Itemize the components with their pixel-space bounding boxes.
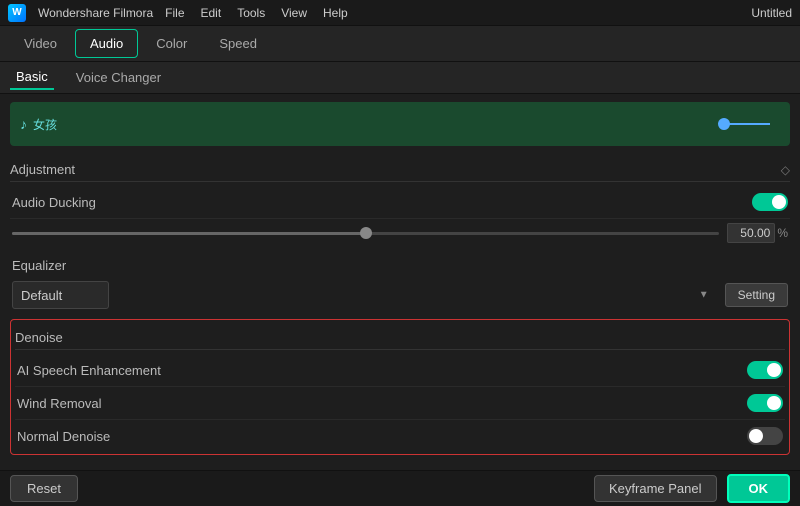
menu-tools[interactable]: Tools — [237, 6, 265, 20]
normal-denoise-row: Normal Denoise — [15, 420, 785, 452]
audio-track-icon: ♪ — [20, 116, 27, 132]
menu-edit[interactable]: Edit — [201, 6, 222, 20]
wind-removal-label: Wind Removal — [17, 396, 102, 411]
audio-ducking-value: % — [727, 223, 788, 243]
audio-ducking-unit: % — [777, 226, 788, 240]
app-logo: W — [8, 4, 26, 22]
audio-ducking-slider-track[interactable] — [12, 232, 719, 235]
ai-speech-enhancement-row: AI Speech Enhancement — [15, 354, 785, 387]
title-bar-left: W Wondershare Filmora File Edit Tools Vi… — [8, 4, 348, 22]
normal-denoise-label: Normal Denoise — [17, 429, 110, 444]
menu-help[interactable]: Help — [323, 6, 348, 20]
sub-tab-voice-changer[interactable]: Voice Changer — [70, 66, 167, 89]
window-title: Untitled — [751, 6, 792, 20]
audio-ducking-row: Audio Ducking — [10, 186, 790, 219]
equalizer-setting-button[interactable]: Setting — [725, 283, 788, 307]
tab-color[interactable]: Color — [142, 30, 201, 57]
denoise-section: Denoise AI Speech Enhancement Wind Remov… — [10, 319, 790, 455]
sub-tab-basic[interactable]: Basic — [10, 65, 54, 90]
adjustment-title: Adjustment — [10, 162, 75, 177]
denoise-title: Denoise — [15, 330, 63, 345]
equalizer-row: Equalizer — [10, 251, 790, 275]
audio-ducking-label: Audio Ducking — [12, 195, 96, 210]
sub-tab-bar: Basic Voice Changer — [0, 62, 800, 94]
adjustment-section-header[interactable]: Adjustment ◇ — [10, 154, 790, 182]
normal-denoise-toggle[interactable] — [747, 427, 783, 445]
tab-audio[interactable]: Audio — [75, 29, 138, 58]
wind-removal-toggle[interactable] — [747, 394, 783, 412]
equalizer-select[interactable]: Default Flat Classical Deep Electronic H… — [12, 281, 109, 309]
audio-track-label: 女孩 — [33, 116, 57, 133]
ok-button[interactable]: OK — [727, 474, 791, 503]
audio-ducking-toggle[interactable] — [752, 193, 788, 211]
tab-speed[interactable]: Speed — [205, 30, 271, 57]
bottom-bar: Reset Keyframe Panel OK — [0, 470, 800, 506]
audio-track: ♪ 女孩 — [10, 102, 790, 146]
equalizer-select-wrapper: Default Flat Classical Deep Electronic H… — [12, 281, 717, 309]
ai-speech-enhancement-label: AI Speech Enhancement — [17, 363, 161, 378]
keyframe-panel-button[interactable]: Keyframe Panel — [594, 475, 717, 502]
denoise-section-header[interactable]: Denoise — [15, 322, 785, 350]
audio-ducking-slider-fill — [12, 232, 366, 235]
bottom-right: Keyframe Panel OK — [594, 474, 790, 503]
audio-ducking-slider-row: % — [10, 219, 790, 251]
adjustment-collapse-icon: ◇ — [781, 163, 790, 177]
title-bar: W Wondershare Filmora File Edit Tools Vi… — [0, 0, 800, 26]
main-content: Adjustment ◇ Audio Ducking % Equalizer D… — [0, 154, 800, 470]
app-name: Wondershare Filmora — [38, 6, 153, 20]
equalizer-select-row: Default Flat Classical Deep Electronic H… — [10, 275, 790, 315]
wind-removal-row: Wind Removal — [15, 387, 785, 420]
audio-ducking-input[interactable] — [727, 223, 775, 243]
audio-volume-line — [720, 123, 770, 125]
tab-video[interactable]: Video — [10, 30, 71, 57]
ai-speech-enhancement-toggle[interactable] — [747, 361, 783, 379]
tab-bar: Video Audio Color Speed — [0, 26, 800, 62]
equalizer-label: Equalizer — [12, 258, 66, 273]
reset-button[interactable]: Reset — [10, 475, 78, 502]
menu-items: File Edit Tools View Help — [165, 6, 348, 20]
menu-view[interactable]: View — [281, 6, 307, 20]
equalizer-dropdown-icon: ▼ — [699, 290, 709, 301]
audio-ducking-slider-thumb[interactable] — [360, 227, 372, 239]
menu-file[interactable]: File — [165, 6, 184, 20]
